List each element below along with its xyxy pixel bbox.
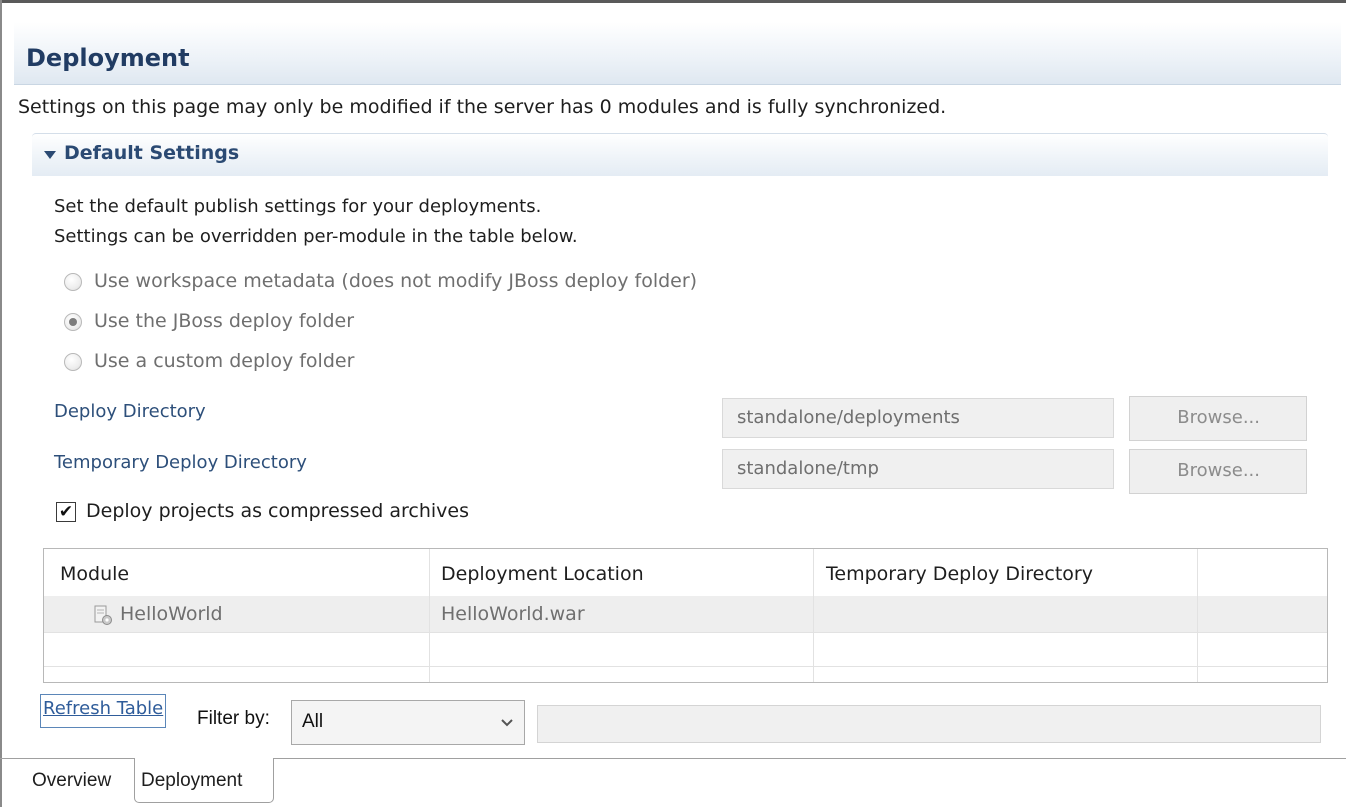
filter-by-label: Filter by: <box>197 708 270 729</box>
column-divider[interactable] <box>813 549 814 682</box>
temp-deploy-directory-field[interactable]: standalone/tmp <box>722 449 1114 489</box>
compress-archives-label[interactable]: Deploy projects as compressed archives <box>86 500 469 522</box>
tab-deployment[interactable]: Deployment <box>141 770 242 792</box>
module-icon <box>94 605 112 625</box>
radio-label: Use the JBoss deploy folder <box>94 310 355 332</box>
row-divider <box>44 632 1327 633</box>
module-cell[interactable]: HelloWorld <box>120 603 223 625</box>
tab-overview[interactable]: Overview <box>32 770 111 792</box>
page-header <box>14 22 1341 85</box>
radio-button[interactable] <box>64 313 82 331</box>
deploy-directory-label: Deploy Directory <box>54 401 206 422</box>
radio-selected-dot <box>69 318 77 326</box>
module-table: Module Deployment Location Temporary Dep… <box>43 548 1328 683</box>
filter-text-input[interactable] <box>537 705 1321 743</box>
deployment-location-cell[interactable]: HelloWorld.war <box>441 603 585 625</box>
temp-deploy-directory-label: Temporary Deploy Directory <box>54 452 307 473</box>
refresh-table-link[interactable]: Refresh Table <box>40 694 167 728</box>
column-header-temp-deploy-directory[interactable]: Temporary Deploy Directory <box>826 563 1093 585</box>
radio-button[interactable] <box>64 273 82 291</box>
row-divider <box>44 666 1327 667</box>
column-divider[interactable] <box>1197 549 1198 682</box>
radio-button[interactable] <box>64 353 82 371</box>
compress-archives-checkbox[interactable]: ✔ <box>56 502 76 522</box>
temp-deploy-directory-browse-button[interactable]: Browse... <box>1129 449 1307 494</box>
column-header-deployment-location[interactable]: Deployment Location <box>441 563 644 585</box>
column-header-module[interactable]: Module <box>60 563 129 585</box>
radio-label: Use a custom deploy folder <box>94 350 355 372</box>
settings-description-line1: Set the default publish settings for you… <box>54 196 542 217</box>
table-row[interactable] <box>44 596 1327 632</box>
settings-description-line2: Settings can be overridden per-module in… <box>54 226 578 247</box>
window-left-border <box>0 0 2 807</box>
deploy-directory-field[interactable]: standalone/deployments <box>722 398 1114 438</box>
radio-label: Use workspace metadata (does not modify … <box>94 270 698 292</box>
expand-triangle-icon[interactable] <box>44 151 56 159</box>
default-settings-title[interactable]: Default Settings <box>64 142 239 164</box>
page-title: Deployment <box>26 44 190 72</box>
window-top-border <box>0 0 1346 3</box>
filter-selected-value: All <box>302 711 324 732</box>
deploy-directory-browse-button[interactable]: Browse... <box>1129 396 1307 441</box>
filter-dropdown[interactable]: All <box>291 700 525 745</box>
column-divider[interactable] <box>429 549 430 682</box>
chevron-down-icon <box>501 719 513 727</box>
page-notice: Settings on this page may only be modifi… <box>18 96 947 118</box>
